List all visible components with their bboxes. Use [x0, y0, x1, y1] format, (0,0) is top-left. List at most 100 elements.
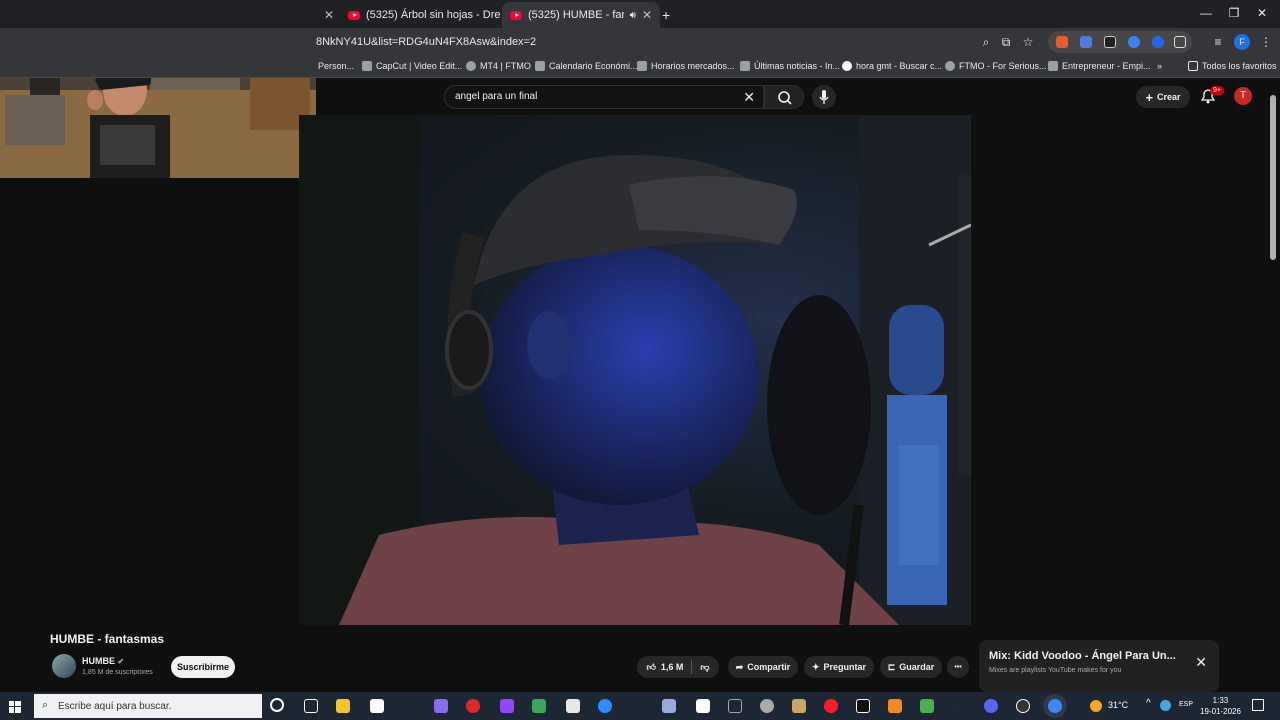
share-button[interactable]: ➦ Compartir — [728, 656, 798, 678]
app-icon[interactable] — [792, 699, 806, 713]
folder-icon — [1188, 61, 1198, 71]
weather-temperature[interactable]: 31°C — [1108, 700, 1128, 710]
ftmo-icon — [466, 61, 476, 71]
video-frame — [299, 115, 971, 625]
windows-taskbar: ⌕ Escribe aquí para buscar. 31°C ^ ESP 1… — [0, 692, 1280, 720]
bookmark-folder-all[interactable]: Todos los favoritos — [1188, 61, 1277, 71]
bookmark-item[interactable]: CapCut | Video Edit... — [362, 61, 462, 71]
close-icon[interactable]: ✕ — [1195, 654, 1207, 671]
app-icon[interactable] — [888, 699, 902, 713]
opera-icon[interactable] — [824, 699, 838, 713]
subscribe-button[interactable]: Suscribirme — [171, 656, 235, 678]
url-text[interactable]: 8NkNY41U&list=RDG4uN4FX8Asw&index=2 — [316, 36, 536, 48]
ask-button[interactable]: ✦ Preguntar — [804, 656, 874, 678]
bookmark-item[interactable]: MT4 | FTMO — [466, 61, 531, 71]
zoom-app-icon[interactable] — [598, 699, 612, 713]
ftmo-icon — [945, 61, 955, 71]
profile-avatar[interactable]: F — [1234, 34, 1250, 50]
puzzle-icon[interactable] — [1174, 36, 1186, 48]
search-query[interactable]: angel para un final — [455, 91, 537, 102]
notepad-icon[interactable] — [370, 699, 384, 713]
file-explorer-icon[interactable] — [336, 699, 350, 713]
mix-title[interactable]: Mix: Kidd Voodoo - Ángel Para Un... — [989, 650, 1176, 662]
voice-search-button[interactable] — [812, 85, 836, 109]
bookmark-item[interactable]: Horarios mercados... — [637, 61, 735, 71]
taskbar-clock[interactable]: 1:33 19-01-2026 — [1200, 695, 1241, 717]
tab-close-prev[interactable]: ✕ — [318, 2, 334, 28]
extensions-group — [1048, 31, 1192, 53]
app-icon[interactable] — [1016, 699, 1030, 713]
cortana-icon[interactable] — [270, 698, 284, 712]
extension-icon[interactable] — [1152, 36, 1164, 48]
twitch-icon[interactable] — [500, 699, 514, 713]
save-button[interactable]: ⊏ Guardar — [880, 656, 942, 678]
minimize-icon[interactable]: — — [1196, 6, 1216, 20]
investing-icon — [535, 61, 545, 71]
bookmark-star-icon[interactable]: ☆ — [1020, 34, 1036, 50]
settings-gear-icon[interactable] — [760, 699, 774, 713]
tab-arbol-sin-hojas[interactable]: (5325) Árbol sin hojas - Dread ✕ — [340, 2, 500, 28]
clear-search-icon[interactable]: ✕ — [743, 89, 755, 106]
bookmark-item[interactable]: hora gmt - Buscar c... — [842, 61, 942, 71]
task-view-icon[interactable] — [304, 699, 318, 713]
network-icon[interactable] — [1160, 700, 1171, 711]
search-button[interactable] — [764, 85, 804, 109]
weather-sun-icon[interactable] — [1090, 700, 1102, 712]
steam-icon[interactable] — [950, 699, 964, 713]
extension-icon[interactable] — [1104, 36, 1116, 48]
tab-humbe-fantasmas[interactable]: (5325) HUMBE - fantasmas 🔊︎ ✕ — [502, 2, 660, 28]
app-icon[interactable] — [532, 699, 546, 713]
taskbar-search-input[interactable]: ⌕ Escribe aquí para buscar. — [34, 694, 262, 718]
capcut-icon[interactable] — [696, 699, 710, 713]
chrome-icon[interactable] — [1048, 699, 1062, 713]
bookmark-item[interactable]: Entrepreneur - Empi... — [1048, 61, 1151, 71]
zoom-icon[interactable]: ⌕ — [978, 34, 994, 50]
verified-icon: ✔ — [117, 657, 125, 666]
bookmark-item[interactable]: Últimas noticias - In... — [740, 61, 840, 71]
bookmarks-overflow-icon[interactable]: » — [1157, 61, 1162, 71]
chevron-up-icon[interactable]: ^ — [1146, 698, 1151, 709]
video-player[interactable] — [299, 115, 971, 625]
create-button[interactable]: + Crear — [1136, 86, 1190, 108]
new-tab-button[interactable]: + — [662, 2, 680, 28]
translate-icon[interactable] — [1080, 36, 1092, 48]
bookmark-item[interactable]: FTMO - For Serious... — [945, 61, 1047, 71]
search-input[interactable]: angel para un final ✕ — [444, 85, 764, 109]
page-scrollbar[interactable] — [1270, 95, 1276, 260]
like-button[interactable]: 👍︎ 1,6 M — [646, 662, 683, 673]
install-app-icon[interactable]: ⧉ — [998, 34, 1014, 50]
thumbs-up-icon: 👍︎ — [646, 661, 656, 672]
tiktok-icon[interactable] — [856, 699, 870, 713]
tab-search-icon[interactable]: ≡ — [1210, 34, 1226, 50]
account-avatar[interactable]: T — [1234, 87, 1252, 105]
youtube-masthead: angel para un final ✕ + Crear 9+ T — [316, 79, 1280, 115]
menu-kebab-icon[interactable]: ⋮ — [1258, 34, 1274, 50]
channel-avatar[interactable] — [52, 654, 76, 678]
bookmark-item[interactable]: Person... — [318, 61, 354, 71]
close-icon[interactable]: ✕ — [642, 8, 652, 22]
windows-start-icon[interactable] — [9, 700, 21, 713]
google-icon — [842, 61, 852, 71]
language-indicator[interactable]: ESP — [1179, 701, 1193, 708]
notification-center-icon[interactable] — [1252, 699, 1264, 711]
tab-label: (5325) Árbol sin hojas - Dread — [366, 9, 500, 21]
window-close-icon[interactable]: ✕ — [1252, 6, 1272, 20]
app-icon[interactable] — [466, 699, 480, 713]
copilot-icon[interactable] — [434, 699, 448, 713]
discord-icon[interactable] — [984, 699, 998, 713]
app-icon[interactable] — [728, 699, 742, 713]
mix-playlist-panel[interactable]: Mix: Kidd Voodoo - Ángel Para Un... Mixe… — [979, 640, 1219, 692]
more-actions-button[interactable]: ••• — [947, 656, 969, 678]
thumbs-down-icon[interactable]: 👎︎ — [700, 662, 709, 673]
restore-icon[interactable]: ❐ — [1224, 6, 1244, 20]
extension-icon[interactable] — [1056, 36, 1068, 48]
app-icon[interactable] — [662, 699, 676, 713]
entrepreneur-icon — [1048, 61, 1058, 71]
extension-icon[interactable] — [1128, 36, 1140, 48]
speaker-icon[interactable]: 🔊︎ — [630, 10, 636, 21]
youtube-icon — [348, 10, 360, 20]
channel-name[interactable]: HUMBE ✔ — [82, 656, 124, 666]
minecraft-icon[interactable] — [920, 699, 934, 713]
app-icon[interactable] — [566, 699, 580, 713]
bookmark-item[interactable]: Calendario Económi... — [535, 61, 638, 71]
